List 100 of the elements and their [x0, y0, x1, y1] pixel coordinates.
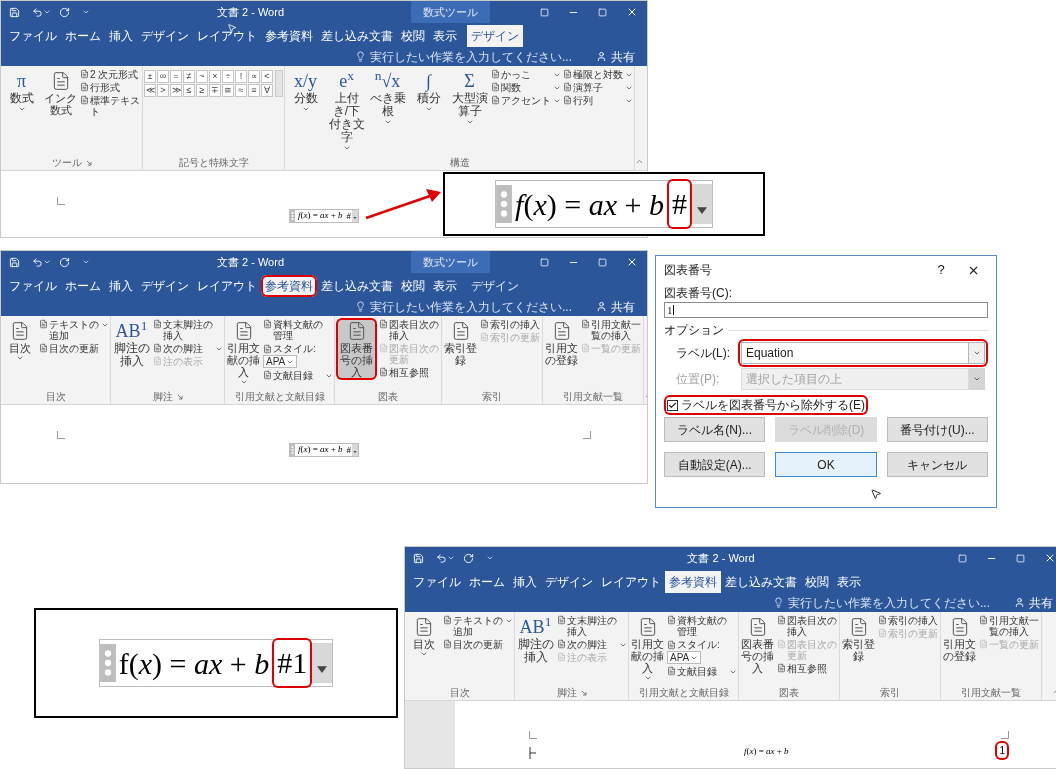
ribbon-button[interactable]: かっこ — [491, 69, 561, 80]
ribbon-button[interactable]: 文末脚注の挿入 — [153, 319, 223, 341]
ribbon-button[interactable]: e$^{x}$ 上付き/下付き文字 — [327, 68, 366, 154]
ribbon-button[interactable]: テキストの追加 — [39, 319, 109, 341]
ribbon-tab[interactable]: 校閲 — [397, 275, 429, 297]
ribbon-tab[interactable]: ファイル — [5, 275, 61, 297]
ribbon-button[interactable]: AB$^{1}$ 脚注の挿入 — [516, 614, 555, 666]
caption-input[interactable]: 1 — [664, 302, 988, 318]
ribbon-tab[interactable]: デザイン — [137, 275, 193, 297]
ribbon-button[interactable]: 図表番号の挿入 — [740, 614, 775, 676]
ribbon-tab[interactable]: デザイン — [541, 571, 597, 593]
dialog-button[interactable]: ラベル名(N)... — [664, 417, 766, 442]
ribbon-button[interactable]: 資料文献の管理 — [263, 319, 333, 341]
ribbon-button[interactable]: 目次 — [406, 614, 441, 660]
ribbon-tab[interactable]: 校閲 — [801, 571, 833, 593]
ribbon-tab[interactable]: 校閲 — [397, 25, 429, 47]
dialog-button[interactable]: 番号付け(U)... — [886, 417, 988, 442]
ribbon-tab[interactable]: 挿入 — [105, 275, 137, 297]
ribbon-button[interactable]: x/y 分数 — [286, 68, 325, 115]
ribbon-button[interactable]: 2 次元形式 — [80, 69, 141, 80]
ribbon-button[interactable]: 相互参照 — [777, 663, 838, 674]
ribbon-tab[interactable]: 差し込み文書 — [317, 275, 397, 297]
tell-me-search[interactable]: 実行したい作業を入力してください... — [355, 47, 572, 66]
ribbon-button[interactable]: 文献目録 — [263, 370, 333, 381]
symbol-button[interactable]: > — [157, 84, 169, 97]
ribbon-button[interactable]: 引用文献の挿入 — [630, 614, 665, 684]
style-select[interactable]: APA — [667, 651, 702, 664]
ribbon-button[interactable]: 索引登録 — [443, 318, 478, 368]
symbol-button[interactable]: × — [209, 70, 221, 83]
ribbon-tab[interactable]: ファイル — [5, 25, 61, 47]
ribbon-tab[interactable]: 参考資料 — [665, 571, 721, 593]
ribbon-button[interactable]: 索引の挿入 — [480, 319, 541, 330]
ribbon-button[interactable]: テキストの追加 — [443, 615, 513, 637]
ribbon-tab[interactable]: デザイン — [467, 275, 523, 297]
ribbon-button[interactable]: $^{n}$√x べき乗根 — [368, 68, 407, 128]
ribbon-tab[interactable]: ホーム — [61, 275, 105, 297]
equation-box[interactable]: f(x) = ax + b # — [288, 443, 360, 457]
ribbon-tab[interactable]: ファイル — [409, 571, 465, 593]
symbol-button[interactable]: ~ — [196, 70, 208, 83]
ribbon-tab[interactable]: 参考資料 — [261, 25, 317, 47]
symbol-button[interactable]: < — [261, 70, 273, 83]
symbol-button[interactable]: ≥ — [196, 84, 208, 97]
ribbon-tab[interactable]: 参考資料 — [261, 275, 317, 297]
symbol-button[interactable]: ∀ — [261, 84, 273, 97]
ribbon-button[interactable]: 目次の更新 — [39, 343, 109, 354]
dialog-button[interactable]: OK — [775, 452, 877, 477]
ribbon-button[interactable]: 相互参照 — [379, 367, 440, 378]
symbol-button[interactable]: ∝ — [248, 70, 260, 83]
ribbon-button[interactable]: 目次 — [2, 318, 37, 364]
tell-me-search[interactable]: 実行したい作業を入力してください... — [355, 297, 572, 316]
ribbon-tab[interactable]: 表示 — [429, 275, 461, 297]
ribbon-button[interactable]: 引用文の登録 — [942, 614, 977, 664]
equation-box[interactable]: f(x) = ax + b # — [288, 209, 360, 223]
tell-me-search[interactable]: 実行したい作業を入力してください... — [773, 593, 990, 612]
ribbon-button[interactable]: 図表目次の挿入 — [379, 319, 440, 341]
symbol-button[interactable]: ∞ — [157, 70, 169, 83]
ribbon-button[interactable]: 文献目録 — [667, 666, 737, 677]
ribbon-button[interactable]: 引用文の登録 — [544, 318, 579, 368]
ribbon-button[interactable]: インク数式 — [43, 68, 78, 118]
share-button[interactable]: 共有 — [588, 297, 643, 316]
ribbon-tab[interactable]: 表示 — [833, 571, 865, 593]
ribbon-button[interactable]: 次の脚注 — [557, 639, 627, 650]
ribbon-button[interactable]: 引用文献の挿入 — [226, 318, 261, 388]
ribbon-button[interactable]: AB$^{1}$ 脚注の挿入 — [112, 318, 151, 370]
ribbon-button[interactable]: 引用文献一覧の挿入 — [581, 319, 642, 341]
ribbon-tab[interactable]: レイアウト — [193, 275, 261, 297]
ribbon-tab[interactable]: 差し込み文書 — [317, 25, 397, 47]
ribbon-tab[interactable]: デザイン — [137, 25, 193, 47]
symbol-button[interactable]: ≈ — [235, 84, 247, 97]
symbol-button[interactable]: ≤ — [183, 84, 195, 97]
ribbon-button[interactable]: 関数 — [491, 82, 561, 93]
ribbon-tab[interactable]: ホーム — [61, 25, 105, 47]
ribbon-tab[interactable]: レイアウト — [193, 25, 261, 47]
symbol-button[interactable]: ! — [235, 70, 247, 83]
share-button[interactable]: 共有 — [1006, 593, 1056, 612]
ribbon-button[interactable]: 索引登録 — [841, 614, 876, 664]
ribbon-tab[interactable]: 差し込み文書 — [721, 571, 801, 593]
dialog-button[interactable]: キャンセル — [886, 452, 988, 477]
ribbon-button[interactable]: 文末脚注の挿入 — [557, 615, 627, 637]
ribbon-button[interactable]: 極限と対数 — [563, 69, 633, 80]
exclude-label-checkbox[interactable]: ラベルを図表番号から除外する(E) — [664, 395, 868, 415]
ribbon-button[interactable]: 次の脚注 — [153, 343, 223, 354]
equation-box[interactable]: f(x) = ax + b #1 — [98, 639, 334, 687]
symbol-button[interactable]: ÷ — [222, 70, 234, 83]
symbol-button[interactable]: ∓ — [209, 84, 221, 97]
ribbon-button[interactable]: 演算子 — [563, 82, 633, 93]
ribbon-button[interactable]: Σ 大型演算子 — [450, 68, 489, 128]
ribbon-tab[interactable]: 挿入 — [105, 25, 137, 47]
symbol-button[interactable]: ≫ — [170, 84, 182, 97]
symbol-button[interactable]: ≪ — [144, 84, 156, 97]
ribbon-button[interactable]: 図表番号の挿入 — [336, 318, 377, 380]
ribbon-button[interactable]: 索引の挿入 — [878, 615, 939, 626]
symbol-button[interactable]: ≡ — [248, 84, 260, 97]
ribbon-button[interactable]: 目次の更新 — [443, 639, 513, 650]
ribbon-button[interactable]: アクセント — [491, 95, 561, 106]
ribbon-button[interactable]: π 数式 — [2, 68, 41, 115]
ribbon-tab[interactable]: 挿入 — [509, 571, 541, 593]
ribbon-button[interactable]: ∫ 積分 — [409, 68, 448, 115]
ribbon-tab[interactable]: ホーム — [465, 571, 509, 593]
share-button[interactable]: 共有 — [588, 47, 643, 66]
